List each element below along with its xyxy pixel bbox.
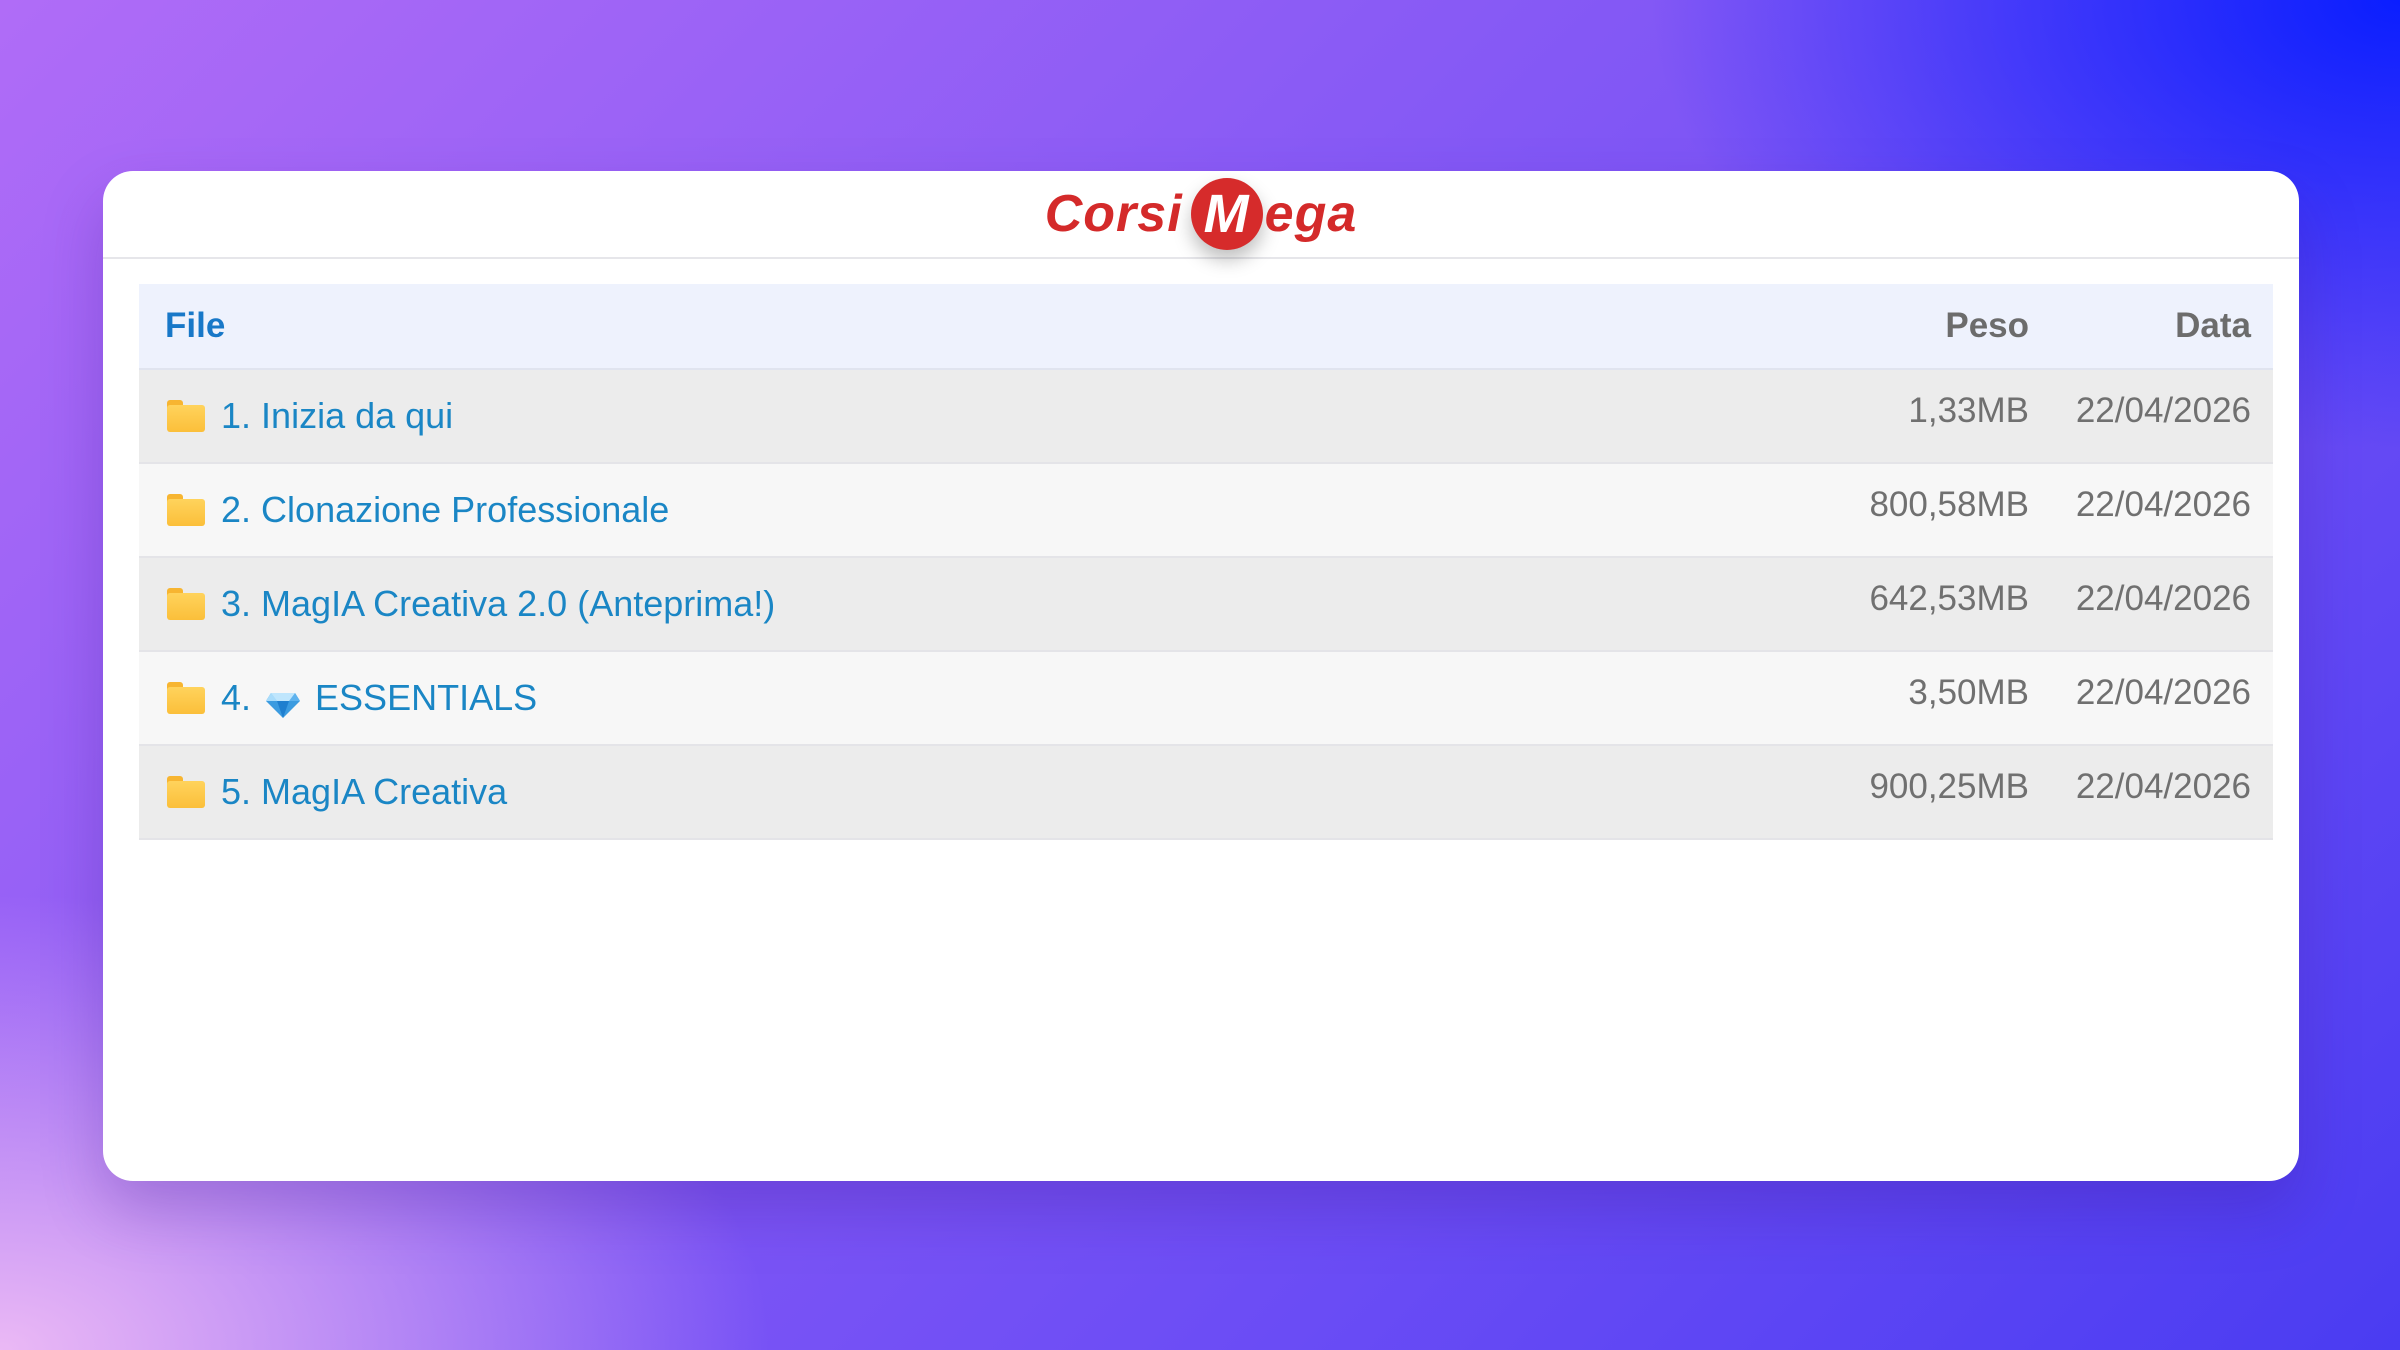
file-date: 22/04/2026: [2075, 673, 2251, 712]
file-list-card: Corsi M ega File Peso Data 1. Inizia da …: [103, 171, 2299, 1181]
folder-icon: [167, 682, 205, 714]
folder-link[interactable]: 2. Clonazione Professionale: [221, 489, 669, 531]
folder-icon: [167, 400, 205, 432]
folder-link[interactable]: 1. Inizia da qui: [221, 395, 453, 437]
table-row[interactable]: 5. MagIA Creativa 900,25MB 22/04/2026: [139, 746, 2273, 840]
column-header-file[interactable]: File: [139, 306, 1769, 346]
table-header-row: File Peso Data: [139, 284, 2273, 370]
column-header-peso[interactable]: Peso: [1769, 306, 2029, 346]
logo-text-ega: ega: [1264, 185, 1358, 243]
file-date: 22/04/2026: [2075, 391, 2251, 430]
file-size: 1,33MB: [1908, 391, 2029, 430]
site-logo[interactable]: Corsi M ega: [1045, 178, 1358, 250]
table-row[interactable]: 4. ESSENTIALS 3,50MB 22/04/2026: [139, 652, 2273, 746]
table-row[interactable]: 3. MagIA Creativa 2.0 (Anteprima!) 642,5…: [139, 558, 2273, 652]
table-row[interactable]: 2. Clonazione Professionale 800,58MB 22/…: [139, 464, 2273, 558]
file-date: 22/04/2026: [2075, 767, 2251, 806]
column-header-data[interactable]: Data: [2029, 306, 2273, 346]
file-date: 22/04/2026: [2075, 485, 2251, 524]
file-size: 900,25MB: [1869, 767, 2029, 806]
file-size: 3,50MB: [1908, 673, 2029, 712]
table-row[interactable]: 1. Inizia da qui 1,33MB 22/04/2026: [139, 370, 2273, 464]
file-size: 642,53MB: [1869, 579, 2029, 618]
folder-icon: [167, 776, 205, 808]
folder-link[interactable]: 4. ESSENTIALS: [221, 677, 537, 719]
site-header: Corsi M ega: [103, 171, 2299, 259]
logo-text-corsi: Corsi: [1044, 185, 1183, 243]
file-size: 800,58MB: [1869, 485, 2029, 524]
folder-link[interactable]: 5. MagIA Creativa: [221, 771, 507, 813]
folder-icon: [167, 494, 205, 526]
folder-link[interactable]: 3. MagIA Creativa 2.0 (Anteprima!): [221, 583, 775, 625]
file-table: File Peso Data 1. Inizia da qui 1,33MB 2…: [139, 284, 2273, 840]
folder-icon: [167, 588, 205, 620]
logo-badge-m: M: [1190, 178, 1263, 250]
gem-icon: [265, 686, 301, 718]
file-date: 22/04/2026: [2075, 579, 2251, 618]
